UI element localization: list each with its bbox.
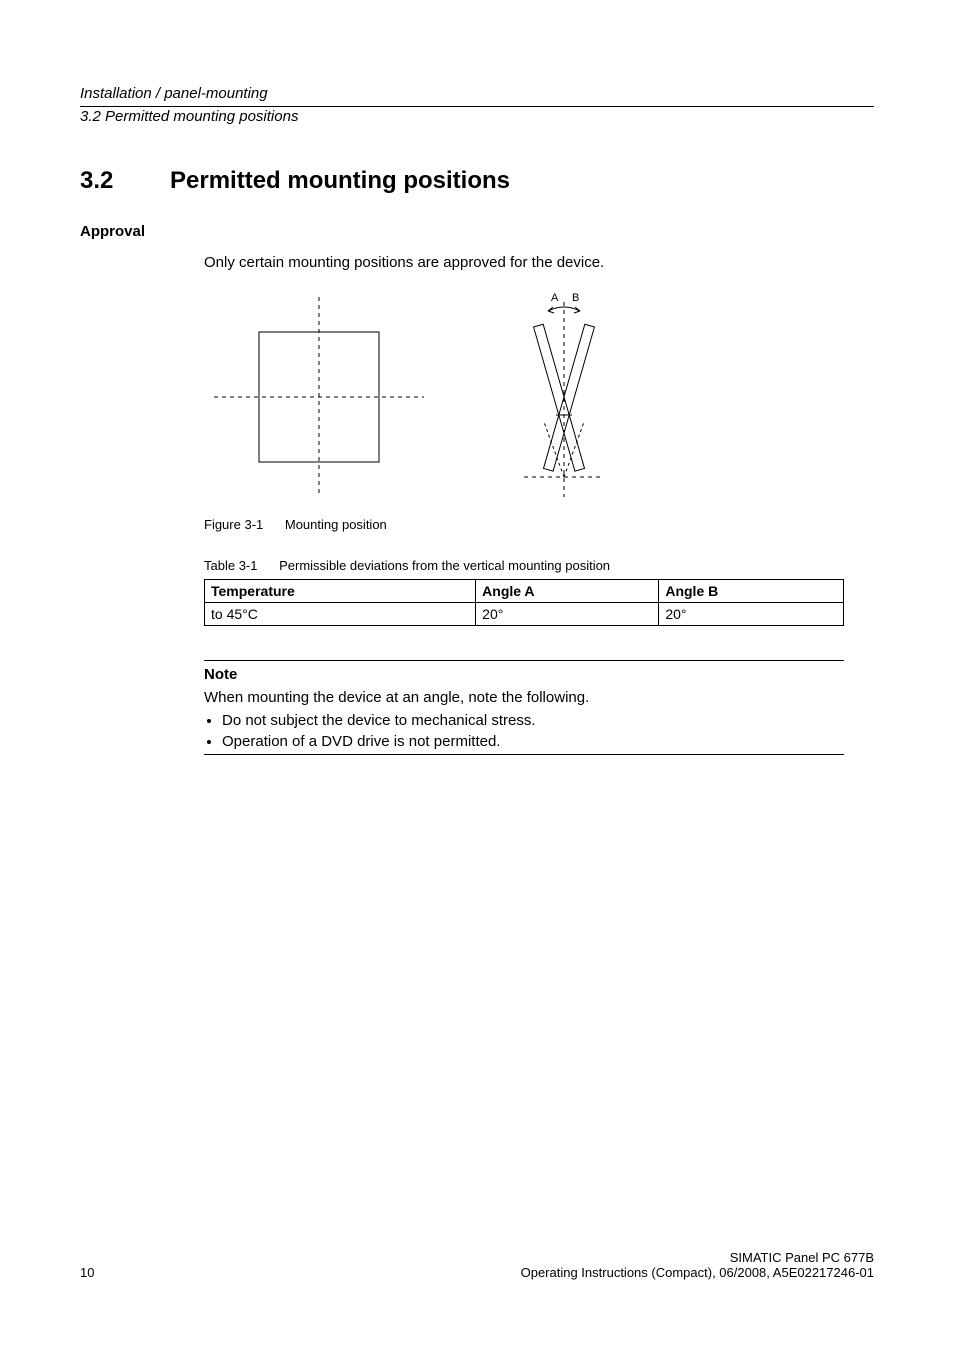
- figure-caption: Figure 3-1 Mounting position: [204, 517, 874, 532]
- approval-intro: Only certain mounting positions are appr…: [204, 254, 874, 271]
- th-angle-a: Angle A: [476, 580, 659, 603]
- td-angle-b: 20°: [659, 603, 844, 626]
- header-subheading: 3.2 Permitted mounting positions: [80, 108, 874, 125]
- list-item: Do not subject the device to mechanical …: [222, 712, 844, 729]
- footer-line1: SIMATIC Panel PC 677B: [521, 1250, 874, 1265]
- section-heading: 3.2 Permitted mounting positions: [80, 167, 874, 195]
- approval-heading: Approval: [80, 223, 874, 240]
- note-rule-top: [204, 660, 844, 661]
- table-caption-row: Table 3-1 Permissible deviations from th…: [204, 558, 874, 573]
- mounting-diagram: A B: [204, 287, 644, 507]
- angle-b-label: B: [572, 292, 579, 304]
- page-footer: 10 SIMATIC Panel PC 677B Operating Instr…: [80, 1250, 874, 1280]
- figure-mounting-position: A B Figure 3-1 Mounting position Table 3…: [204, 287, 874, 626]
- th-temperature: Temperature: [205, 580, 476, 603]
- table-row: to 45°C 20° 20°: [205, 603, 844, 626]
- td-temperature: to 45°C: [205, 603, 476, 626]
- table-label: Table 3-1: [204, 558, 257, 573]
- footer-right: SIMATIC Panel PC 677B Operating Instruct…: [521, 1250, 874, 1280]
- note-rule-bottom: [204, 754, 844, 755]
- table-header-row: Temperature Angle A Angle B: [205, 580, 844, 603]
- footer-line2: Operating Instructions (Compact), 06/200…: [521, 1265, 874, 1280]
- note-block: Note When mounting the device at an angl…: [204, 660, 844, 755]
- figure-label: Figure 3-1: [204, 517, 263, 532]
- breadcrumb: Installation / panel-mounting: [80, 85, 874, 104]
- table-caption-text: Permissible deviations from the vertical…: [279, 558, 610, 573]
- page-header: Installation / panel-mounting 3.2 Permit…: [80, 85, 874, 125]
- list-item: Operation of a DVD drive is not permitte…: [222, 733, 844, 750]
- figure-caption-text: Mounting position: [285, 517, 387, 532]
- td-angle-a: 20°: [476, 603, 659, 626]
- header-rule: [80, 106, 874, 107]
- angle-a-label: A: [551, 292, 559, 304]
- section-title: Permitted mounting positions: [170, 167, 510, 195]
- note-list: Do not subject the device to mechanical …: [204, 712, 844, 750]
- note-title: Note: [204, 666, 844, 683]
- th-angle-b: Angle B: [659, 580, 844, 603]
- footer-page-number: 10: [80, 1265, 94, 1280]
- note-lead: When mounting the device at an angle, no…: [204, 689, 844, 706]
- section-number: 3.2: [80, 167, 170, 195]
- angle-table: Temperature Angle A Angle B to 45°C 20° …: [204, 579, 844, 626]
